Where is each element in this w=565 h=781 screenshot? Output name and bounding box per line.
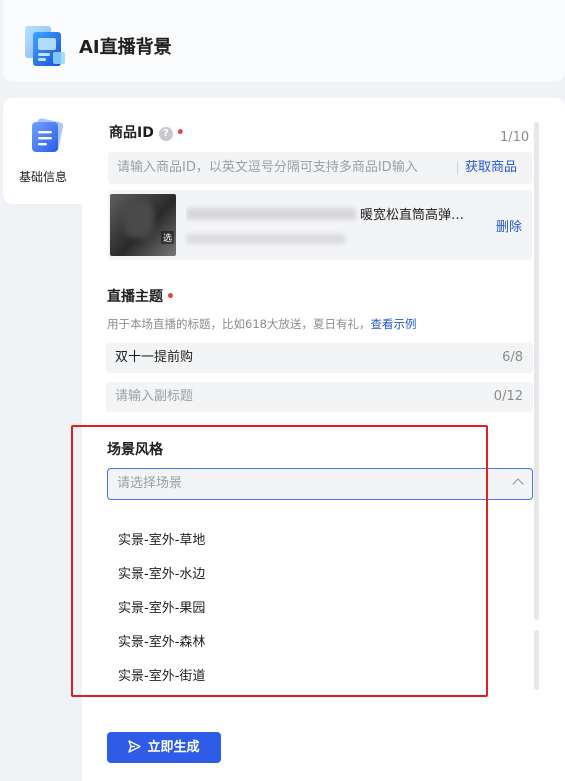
send-icon [128, 740, 142, 753]
generate-button-label: 立即生成 [147, 740, 200, 755]
chevron-up-icon [512, 478, 524, 490]
product-id-placeholder: 请输入商品ID，以英文逗号分隔可支持多商品ID输入 [117, 160, 418, 175]
generate-button[interactable]: 立即生成 [107, 732, 221, 763]
sidebar-item-basic-info[interactable]: 基础信息 [3, 98, 83, 204]
app-title: AI直播背景 [79, 37, 172, 58]
dropdown-scrollbar-thumb[interactable] [534, 630, 539, 690]
product-thumbnail: 选 [110, 194, 176, 256]
scrollbar-thumb[interactable] [534, 122, 539, 620]
theme-label-text: 直播主题 [107, 289, 163, 305]
app-header: AI直播背景 [3, 0, 565, 82]
sidebar-item-label: 基础信息 [18, 170, 67, 184]
scene-dropdown: 实景-室外-草地 实景-室外-水边 实景-室外-果园 实景-室外-森林 实景-室… [107, 510, 532, 690]
scene-select[interactable]: 请选择场景 [107, 468, 533, 500]
redacted-text [186, 208, 356, 220]
view-example-link[interactable]: 查看示例 [370, 317, 416, 331]
document-icon [29, 118, 65, 154]
product-title: 暖宽松直筒高弹… [186, 204, 492, 223]
product-id-label: 商品ID? • [109, 124, 185, 142]
dropdown-option[interactable]: 实景-室外-森林 [118, 631, 205, 650]
redacted-product-id [186, 234, 346, 244]
blurred-image-area [124, 200, 154, 238]
product-title-text: 暖宽松直筒高弹… [360, 208, 465, 223]
theme-count: 6/8 [502, 350, 523, 365]
dropdown-option[interactable]: 实景-室外-街道 [118, 665, 205, 684]
subtitle-input[interactable]: 请输入副标题 0/12 [106, 382, 533, 412]
sidebar: 基础信息 [3, 98, 83, 204]
product-id-count: 1/10 [500, 130, 530, 145]
theme-input[interactable]: 双十一提前购 6/8 [106, 343, 533, 373]
product-id-input[interactable]: 请输入商品ID，以英文逗号分隔可支持多商品ID输入 获取商品 [108, 152, 532, 184]
subtitle-count: 0/12 [493, 389, 523, 404]
app-logo-icon [23, 22, 69, 70]
required-mark: • [166, 289, 175, 305]
divider [457, 161, 458, 175]
theme-input-value: 双十一提前购 [115, 350, 194, 365]
fetch-product-button[interactable]: 获取商品 [465, 152, 517, 184]
theme-hint-text: 用于本场直播的标题，比如618大放送，夏日有礼， [107, 317, 371, 331]
theme-hint: 用于本场直播的标题，比如618大放送，夏日有礼，查看示例 [107, 316, 416, 332]
dropdown-option[interactable]: 实景-室外-果园 [118, 597, 205, 616]
scene-select-placeholder: 请选择场景 [117, 476, 183, 491]
delete-product-button[interactable]: 删除 [496, 216, 522, 235]
product-id-label-text: 商品ID [109, 125, 154, 141]
required-mark: • [175, 125, 185, 141]
scene-label: 场景风格 [107, 442, 163, 458]
help-icon[interactable]: ? [158, 127, 173, 141]
subtitle-placeholder: 请输入副标题 [115, 389, 194, 404]
thumbnail-tag: 选 [160, 231, 174, 244]
dropdown-option[interactable]: 实景-室外-水边 [118, 563, 205, 582]
theme-label: 直播主题 • [107, 288, 175, 306]
product-card: 选 暖宽松直筒高弹… 删除 [108, 190, 532, 260]
dropdown-option[interactable]: 实景-室外-草地 [118, 529, 205, 548]
scrollbar[interactable] [534, 122, 540, 692]
